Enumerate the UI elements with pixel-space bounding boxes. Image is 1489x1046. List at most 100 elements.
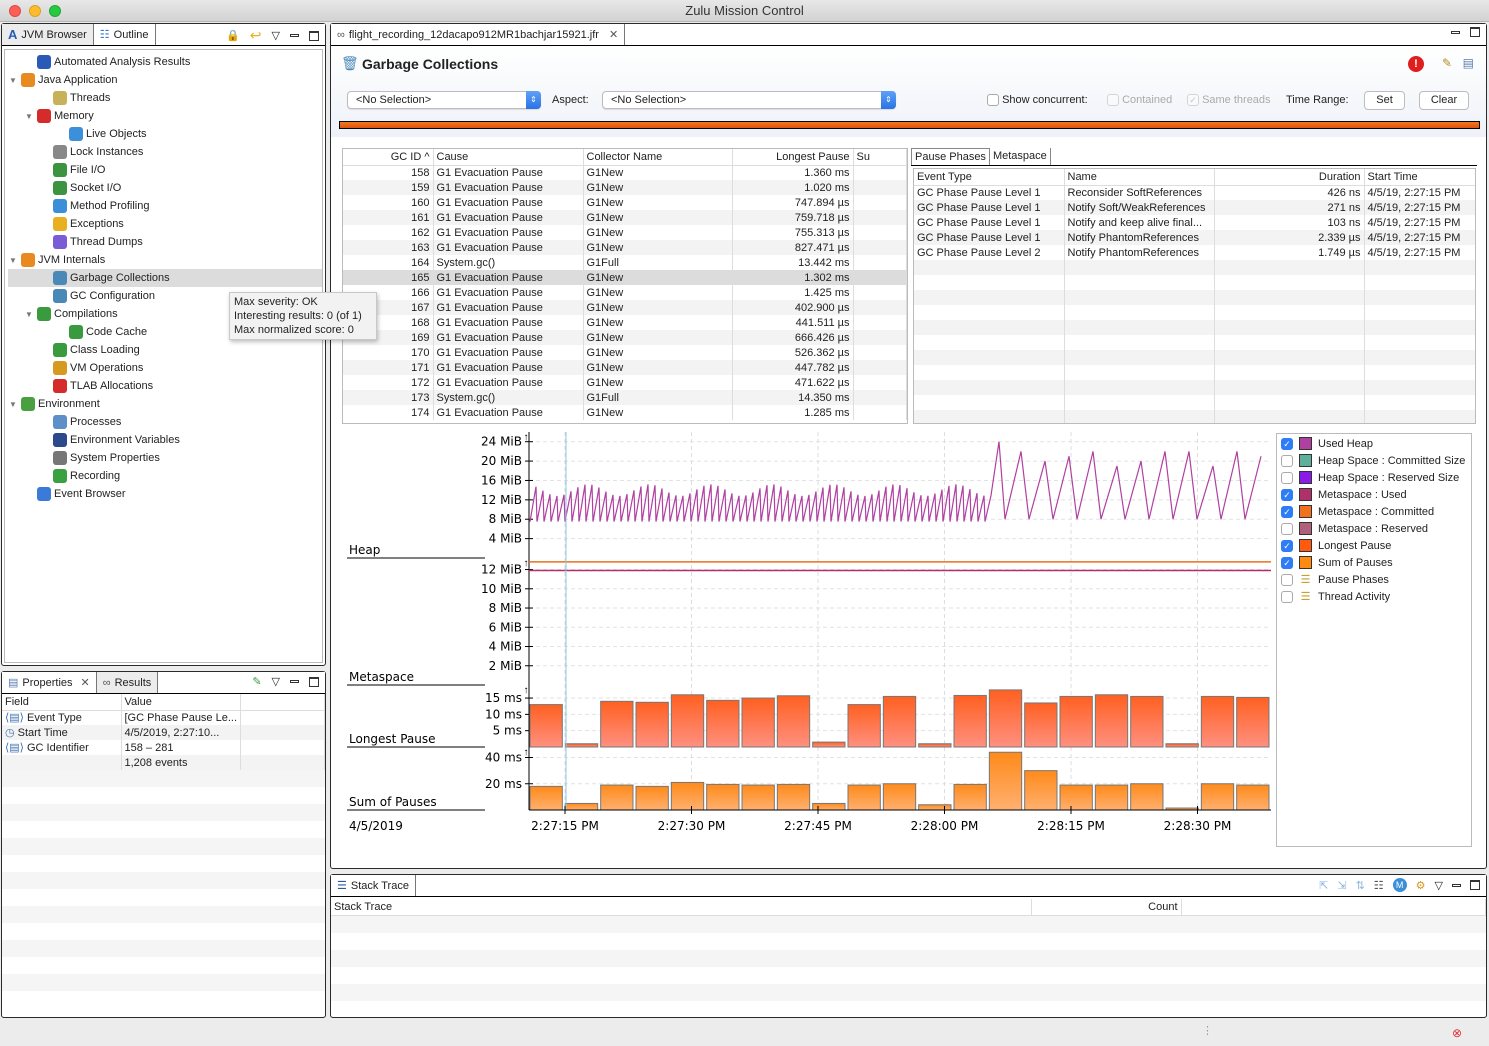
bar[interactable]: [741, 697, 775, 748]
tree-item-class-loading[interactable]: Class Loading: [8, 341, 322, 359]
checkbox[interactable]: ✓: [1281, 556, 1293, 569]
properties-row[interactable]: 1,208 events: [2, 755, 325, 770]
bar[interactable]: [1130, 695, 1164, 748]
checkbox[interactable]: ✓: [1281, 437, 1293, 450]
bar[interactable]: [1094, 784, 1129, 811]
legend-item-thread-activity[interactable]: ☰ Thread Activity: [1277, 588, 1471, 605]
maximize-icon[interactable]: [1470, 27, 1480, 37]
tree-item-lock-instances[interactable]: Lock Instances: [8, 143, 322, 161]
legend-item-pause-phases[interactable]: ☰ Pause Phases: [1277, 571, 1471, 588]
column-header[interactable]: Event Type: [914, 169, 1065, 186]
gc-chart[interactable]: ↑ Heap 4 MiB 8 MiB 12 MiB 16 MiB 20 MiB 24 MiB ↑…: [339, 429, 1274, 844]
checkbox[interactable]: [1281, 454, 1293, 467]
tree-item-recording[interactable]: Recording: [8, 467, 322, 485]
tab-pause-phases[interactable]: Pause Phases: [911, 148, 990, 165]
phase-row[interactable]: GC Phase Pause Level 1 Reconsider SoftRef…: [914, 185, 1475, 200]
bar[interactable]: [776, 695, 811, 748]
gc-table-row[interactable]: 173 System.gc() G1Full 14.350 ms: [343, 390, 907, 405]
column-header[interactable]: Longest Pause: [732, 149, 854, 166]
bar[interactable]: [1200, 783, 1235, 811]
column-header-stack-trace[interactable]: Stack Trace: [331, 899, 1032, 916]
view-menu-icon[interactable]: ▽: [272, 675, 280, 688]
legend-item-metaspace-committed[interactable]: ✓ Metaspace : Committed: [1277, 503, 1471, 520]
checkbox[interactable]: [1281, 522, 1293, 535]
legend-item-metaspace-reserved[interactable]: Metaspace : Reserved: [1277, 520, 1471, 537]
checkbox[interactable]: ✓: [1281, 488, 1293, 501]
bar[interactable]: [670, 694, 705, 748]
method-icon[interactable]: M: [1392, 878, 1407, 892]
tab-jvm-browser[interactable]: A JVM Browser: [2, 24, 94, 45]
gc-table-row[interactable]: 167 G1 Evacuation Pause G1New 402.900 µs: [343, 300, 907, 315]
table-settings-icon[interactable]: ▤: [1463, 56, 1474, 70]
gc-table-row[interactable]: 164 System.gc() G1Full 13.442 ms: [343, 255, 907, 270]
phase-row[interactable]: GC Phase Pause Level 1 Notify PhantomRefe…: [914, 230, 1475, 245]
tree-item-exceptions[interactable]: Exceptions: [8, 215, 322, 233]
bar[interactable]: [564, 743, 599, 748]
column-header[interactable]: Collector Name: [583, 149, 733, 166]
tree-item-java-application[interactable]: ▼ Java Application: [8, 71, 322, 89]
bar[interactable]: [529, 785, 563, 811]
minimize-window-button[interactable]: [29, 5, 41, 17]
bar[interactable]: [670, 781, 705, 811]
tree-item-environment[interactable]: ▼ Environment: [8, 395, 322, 413]
bar[interactable]: [600, 784, 634, 811]
tab-results[interactable]: ∞ Results: [96, 672, 159, 693]
gc-table-row[interactable]: 162 G1 Evacuation Pause G1New 755.313 µs: [343, 225, 907, 240]
bar[interactable]: [1059, 784, 1093, 811]
gc-table-row[interactable]: 174 G1 Evacuation Pause G1New 1.285 ms: [343, 405, 907, 420]
legend-item-used-heap[interactable]: ✓ Used Heap: [1277, 435, 1471, 452]
gc-table-row[interactable]: 166 G1 Evacuation Pause G1New 1.425 ms: [343, 285, 907, 300]
phase-row[interactable]: GC Phase Pause Level 1 Notify and keep al…: [914, 215, 1475, 230]
gc-table-row[interactable]: 172 G1 Evacuation Pause G1New 471.622 µs: [343, 375, 907, 390]
tab-metaspace[interactable]: Metaspace: [990, 148, 1051, 165]
view-menu-icon[interactable]: ▽: [272, 29, 280, 42]
column-header[interactable]: Su: [853, 149, 907, 166]
maximize-icon[interactable]: [1470, 880, 1480, 890]
close-tab-icon[interactable]: ✕: [609, 28, 618, 41]
minimize-icon[interactable]: [290, 34, 299, 37]
gc-table-row[interactable]: 158 G1 Evacuation Pause G1New 1.360 ms: [343, 165, 907, 180]
show-concurrent-checkbox[interactable]: Show concurrent:: [987, 94, 1088, 107]
clear-button[interactable]: Clear: [1419, 91, 1469, 110]
bar[interactable]: [706, 783, 740, 811]
bar[interactable]: [918, 743, 952, 748]
bar[interactable]: [953, 694, 987, 748]
tree-item-event-browser[interactable]: Event Browser: [8, 485, 322, 503]
gc-table-row[interactable]: 169 G1 Evacuation Pause G1New 666.426 µs: [343, 330, 907, 345]
phase-row[interactable]: GC Phase Pause Level 2 Notify PhantomRefe…: [914, 245, 1475, 260]
expand-arrow-icon[interactable]: ▼: [24, 112, 34, 121]
bar[interactable]: [1200, 695, 1235, 748]
tree-view-icon[interactable]: ☷: [1374, 879, 1384, 892]
column-header[interactable]: GC ID ^: [343, 149, 434, 166]
gc-table-row[interactable]: 163 G1 Evacuation Pause G1New 827.471 µs: [343, 240, 907, 255]
expand-arrow-icon[interactable]: ▼: [8, 400, 18, 409]
set-button[interactable]: Set: [1364, 91, 1405, 110]
bar[interactable]: [953, 783, 987, 811]
bar[interactable]: [1236, 696, 1270, 748]
aspect-select[interactable]: <No Selection> ⇕: [602, 91, 896, 109]
properties-row[interactable]: ⟨▤⟩ Event Type [GC Phase Pause Le...: [2, 710, 325, 725]
bar[interactable]: [1059, 695, 1093, 748]
column-header[interactable]: Duration: [1214, 169, 1365, 186]
tree-item-system-properties[interactable]: System Properties: [8, 449, 322, 467]
tree-item-jvm-internals[interactable]: ▼ JVM Internals: [8, 251, 322, 269]
column-header-value[interactable]: Value: [121, 694, 241, 711]
column-header[interactable]: Name: [1064, 169, 1215, 186]
tree-item-memory[interactable]: ▼ Memory: [8, 107, 322, 125]
error-icon[interactable]: !: [1408, 56, 1424, 72]
bar[interactable]: [1024, 702, 1058, 748]
column-header[interactable]: Start Time: [1364, 169, 1475, 186]
thread-root-icon[interactable]: ⚙: [1416, 879, 1426, 892]
bar[interactable]: [776, 783, 811, 811]
gc-table-row[interactable]: 170 G1 Evacuation Pause G1New 526.362 µs: [343, 345, 907, 360]
checkbox[interactable]: ✓: [1281, 539, 1293, 552]
tree-item-file-i-o[interactable]: File I/O: [8, 161, 322, 179]
bar[interactable]: [564, 802, 599, 811]
bar[interactable]: [918, 804, 952, 811]
gc-table-row[interactable]: 171 G1 Evacuation Pause G1New 447.782 µs: [343, 360, 907, 375]
minimize-icon[interactable]: [290, 680, 299, 683]
tree-item-threads[interactable]: Threads: [8, 89, 322, 107]
maximize-icon[interactable]: [309, 676, 319, 687]
tab-outline[interactable]: ☷ Outline: [93, 24, 156, 45]
column-header-field[interactable]: Field: [2, 694, 122, 711]
